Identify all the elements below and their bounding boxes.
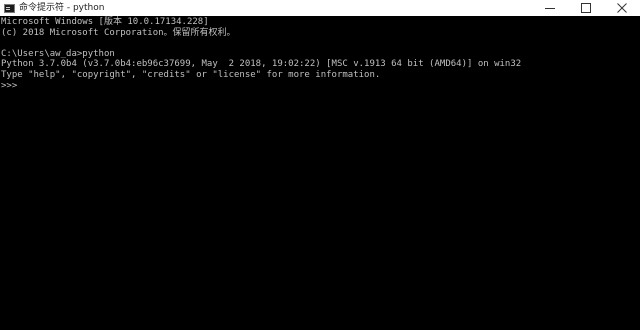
console-line-copyright: (c) 2018 Microsoft Corporation。保留所有权利。 <box>1 27 236 38</box>
console-line-command: C:\Users\aw_da>python <box>1 48 115 59</box>
python-prompt[interactable]: >>> <box>1 81 640 92</box>
console-line-python-version: Python 3.7.0b4 (v3.7.0b4:eb96c37699, May… <box>1 59 522 70</box>
window-title: 命令提示符 - python <box>19 3 105 13</box>
title-bar[interactable]: 命令提示符 - python <box>0 0 640 16</box>
console-line-version: Microsoft Windows [版本 10.0.17134.228] <box>1 17 209 27</box>
console-output[interactable]: Microsoft Windows [版本 10.0.17134.228] (c… <box>0 16 640 330</box>
maximize-icon <box>581 3 591 13</box>
cmd-icon[interactable] <box>4 3 15 13</box>
maximize-button[interactable] <box>568 0 604 16</box>
console-line-help-hint: Type "help", "copyright", "credits" or "… <box>1 69 381 80</box>
window-controls <box>532 0 640 16</box>
command-prompt-window: 命令提示符 - python Microsoft Windows [版本 10.… <box>0 0 640 330</box>
minimize-button[interactable] <box>532 0 568 16</box>
minimize-icon <box>545 8 555 9</box>
close-button[interactable] <box>604 0 640 16</box>
close-icon <box>617 3 627 13</box>
